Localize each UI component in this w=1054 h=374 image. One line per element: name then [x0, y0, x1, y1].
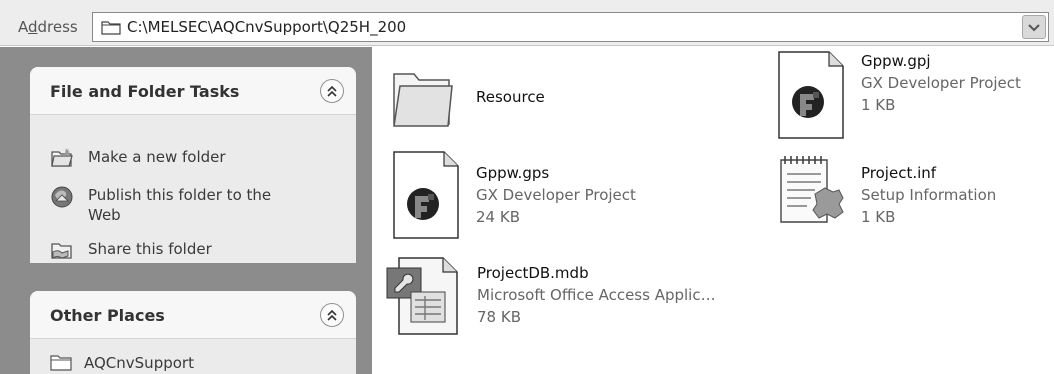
publish-web-icon	[50, 185, 74, 214]
file-name: Gppw.gpj	[861, 52, 931, 70]
file-type: GX Developer Project	[476, 186, 636, 204]
file-item[interactable]: Gppw.gpj GX Developer Project 1 KB	[775, 50, 1050, 140]
address-path[interactable]: C:\MELSEC\AQCnvSupport\Q25H_200	[127, 18, 406, 36]
file-item[interactable]: Project.inf Setup Information 1 KB	[775, 150, 1050, 240]
address-field[interactable]: C:\MELSEC\AQCnvSupport\Q25H_200	[92, 12, 1049, 42]
file-item[interactable]: Gppw.gps GX Developer Project 24 KB	[390, 150, 730, 240]
double-chevron-up-icon	[327, 85, 337, 97]
file-item[interactable]: ProjectDB.mdb Microsoft Office Access Ap…	[385, 250, 765, 360]
file-size: 1 KB	[861, 208, 896, 226]
task-label: Make a new folder	[88, 148, 226, 166]
file-type: Setup Information	[861, 186, 997, 204]
file-size: 78 KB	[477, 308, 521, 326]
access-database-icon	[385, 252, 465, 342]
collapse-button[interactable]	[320, 79, 344, 103]
file-type: Microsoft Office Access Applic…	[477, 286, 716, 304]
panel-header[interactable]: File and Folder Tasks	[30, 67, 356, 115]
double-chevron-up-icon	[327, 309, 337, 321]
task-label: Publish this folder to the	[88, 186, 272, 204]
file-name: ProjectDB.mdb	[477, 264, 589, 282]
file-folder-tasks-panel: File and Folder Tasks Make a new folder …	[30, 67, 356, 263]
file-size: 24 KB	[476, 208, 520, 226]
folder-icon	[390, 62, 456, 138]
panel-header[interactable]: Other Places	[30, 291, 356, 339]
file-type: GX Developer Project	[861, 74, 1021, 92]
folder-icon	[101, 19, 121, 39]
other-places-panel: Other Places AQCnvSupport	[30, 291, 356, 374]
address-label: Address	[18, 18, 78, 36]
folder-icon	[50, 353, 72, 374]
task-label: Share this folder	[88, 240, 212, 258]
task-pane: File and Folder Tasks Make a new folder …	[0, 47, 372, 374]
file-name: Project.inf	[861, 164, 937, 182]
share-folder-icon	[50, 239, 74, 263]
collapse-button[interactable]	[320, 303, 344, 327]
file-size: 1 KB	[861, 96, 896, 114]
file-name: Gppw.gps	[476, 164, 550, 182]
gx-developer-icon	[775, 50, 847, 144]
address-dropdown-button[interactable]	[1022, 15, 1046, 39]
chevron-down-icon	[1028, 24, 1040, 32]
panel-title: File and Folder Tasks	[50, 82, 240, 101]
file-item[interactable]: Resource	[390, 62, 730, 142]
panel-title: Other Places	[50, 306, 165, 325]
address-bar: Address C:\MELSEC\AQCnvSupport\Q25H_200	[0, 0, 1054, 46]
gx-developer-icon	[390, 150, 462, 244]
setup-information-icon	[775, 154, 847, 238]
place-label: AQCnvSupport	[84, 354, 194, 372]
new-folder-icon	[50, 147, 74, 174]
task-label-continued: Web	[88, 206, 121, 224]
file-name: Resource	[476, 88, 545, 106]
